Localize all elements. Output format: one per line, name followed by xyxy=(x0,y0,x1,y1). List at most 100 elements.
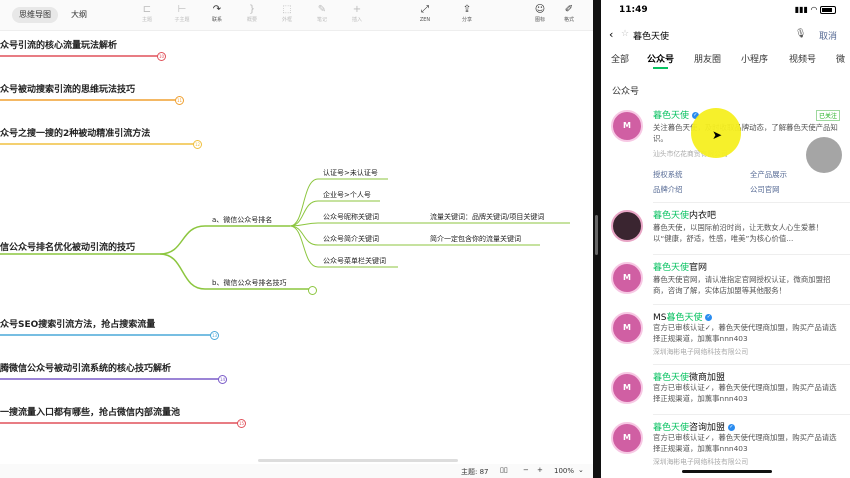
zoom-in-button[interactable]: + xyxy=(537,466,543,474)
subtopic-button[interactable]: ⊢ 子主题 xyxy=(168,3,196,24)
insert-button[interactable]: + 插入 xyxy=(343,3,371,24)
icon-button[interactable]: ☺ 图标 xyxy=(526,3,554,24)
divider xyxy=(653,414,850,415)
cancel-button[interactable]: 取消 xyxy=(819,29,837,42)
home-indicator[interactable] xyxy=(682,470,772,473)
account-avatar: M xyxy=(611,422,643,454)
tab-channels[interactable]: 视频号 xyxy=(789,52,816,65)
branch-ranking[interactable]: a、微信公众号排名 xyxy=(212,215,272,225)
topic-1-badge: 10 xyxy=(157,52,166,61)
mindmap-app: 思维导图 大纲 ⊏ 主题 ⊢ 子主题 ↷ 联系 } 概要 ⬚ 外框 ✎ 笔记 + 插入 ⤢ ZE… xyxy=(0,0,593,478)
summary-button[interactable]: } 概要 xyxy=(238,3,266,24)
leaf-nickname-keyword[interactable]: 公众号昵称关键词 xyxy=(323,212,379,222)
result-card-4[interactable]: M MS暮色天使 ✓ 官方已审核认证✓，暮色天使代理商加盟，购买产品请选择正规渠… xyxy=(601,308,850,364)
subtopic-icon: ⊢ xyxy=(177,4,187,15)
book-icon[interactable]: ▯▯ xyxy=(500,466,508,474)
account-desc: 官方已审核认证✓，暮色天使代理商加盟，购买产品请选择正规渠道，加薰事nnn403 xyxy=(653,433,837,453)
topic-2-badge: 11 xyxy=(175,96,184,105)
zen-button[interactable]: ⤢ ZEN xyxy=(411,3,439,24)
branch-ranking-tips[interactable]: b、微信公众号排名技巧 xyxy=(212,278,286,288)
wifi-icon: ◠ xyxy=(810,5,818,14)
brush-icon: ✐ xyxy=(564,4,574,15)
summary-icon: } xyxy=(248,4,256,15)
leaf-enterprise[interactable]: 企业号>个人号 xyxy=(323,190,371,200)
battery-icon xyxy=(820,5,836,14)
result-card-2[interactable]: 暮色天使内衣吧 暮色天使，以国际前沿时尚，让无数女人心生爱慕！以“健康，舒适，性… xyxy=(601,206,850,254)
note-traffic-keyword[interactable]: 流量关键词：品牌关键词/项目关键词 xyxy=(430,212,544,222)
horizontal-scrollbar[interactable] xyxy=(258,459,458,462)
divider xyxy=(653,202,850,203)
toolbar: 思维导图 大纲 ⊏ 主题 ⊢ 子主题 ↷ 联系 } 概要 ⬚ 外框 ✎ 笔记 + 插入 ⤢ ZE… xyxy=(0,0,593,31)
branch-b-badge xyxy=(308,286,317,295)
search-input[interactable]: 暮色天使 xyxy=(633,29,669,42)
topic-3-badge: 12 xyxy=(193,140,202,149)
topic-5-badge: 13 xyxy=(210,331,219,340)
tab-more[interactable]: 微 xyxy=(836,52,845,65)
account-avatar: M xyxy=(611,262,643,294)
link-auth-system[interactable]: 授权系统 xyxy=(653,169,683,180)
result-card-3[interactable]: M 暮色天使官网 暮色天使官网，请认准指定官网授权认证，微商加盟招商，咨询了解，… xyxy=(601,258,850,306)
link-all-products[interactable]: 全产品展示 xyxy=(750,169,787,180)
topic-6[interactable]: 腾微信公众号被动引流系统的核心技巧解析 xyxy=(0,361,171,374)
account-desc: 暮色天使，以国际前沿时尚，让无数女人心生爱慕！以“健康，舒适，性感，唯美”为核心… xyxy=(653,223,823,243)
share-icon: ⇪ xyxy=(462,4,472,15)
leaf-certified[interactable]: 认证号>未认证号 xyxy=(323,168,378,178)
status-icons: ▮▮▮ ◠ xyxy=(795,5,836,14)
search-row: ‹ ☆ 暮色天使 🎙 取消 xyxy=(609,28,845,44)
phone-screen: 11:49 ▮▮▮ ◠ ‹ ☆ 暮色天使 🎙 取消 全部 公众号 朋友圈 小程序… xyxy=(601,0,850,478)
account-name: 暮色天使内衣吧 xyxy=(653,211,717,221)
link-company-site[interactable]: 公司官网 xyxy=(750,184,780,195)
status-bar: 主题: 87 ▯▯ − + 100% ⌄ xyxy=(0,464,593,478)
tab-mindmap[interactable]: 思维导图 xyxy=(12,7,58,23)
account-name: 暮色天使官网 xyxy=(653,263,708,273)
boundary-button[interactable]: ⬚ 外框 xyxy=(273,3,301,24)
note-button[interactable]: ✎ 笔记 xyxy=(308,3,336,24)
topic-5[interactable]: 众号SEO搜索引流方法，抢占搜索流量 xyxy=(0,317,155,330)
account-org: 深圳海彬电子网络科技有限公司 xyxy=(653,348,749,356)
topic-4[interactable]: 信公众号排名优化被动引流的技巧 xyxy=(0,240,135,253)
star-icon[interactable]: ☆ xyxy=(621,29,629,39)
cursor-arrow-icon: ➤ xyxy=(712,128,723,142)
mic-icon[interactable]: 🎙 xyxy=(795,29,806,39)
split-divider[interactable] xyxy=(593,0,601,478)
chevron-down-icon[interactable]: ⌄ xyxy=(578,466,584,474)
topic-7[interactable]: 一搜流量入口都有哪些，抢占微信内部流量池 xyxy=(0,405,180,418)
filter-tabs: 全部 公众号 朋友圈 小程序 视频号 微 xyxy=(601,52,850,69)
topic-2[interactable]: 众号被动搜索引流的思维玩法技巧 xyxy=(0,82,135,95)
back-arrow-icon[interactable]: ‹ xyxy=(609,28,613,41)
tab-moments[interactable]: 朋友圈 xyxy=(694,52,721,65)
tab-outline[interactable]: 大纲 xyxy=(64,7,94,23)
note-intro-keyword[interactable]: 简介一定包含你的流量关键词 xyxy=(430,234,521,244)
topic-icon: ⊏ xyxy=(142,4,152,15)
account-desc: 官方已审核认证✓，暮色天使代理商加盟，购买产品请选择正规渠道，加薰事nnn403 xyxy=(653,383,837,403)
result-card-5[interactable]: M 暮色天使微商加盟 官方已审核认证✓，暮色天使代理商加盟，购买产品请选择正规渠… xyxy=(601,368,850,416)
result-card-6[interactable]: M 暮色天使咨询加盟 ✓ 官方已审核认证✓，暮色天使代理商加盟，购买产品请选择正… xyxy=(601,418,850,474)
share-button[interactable]: ⇪ 分享 xyxy=(453,3,481,24)
account-desc: 暮色天使官网，请认准指定官网授权认证，微商加盟招商，咨询了解，实体店加盟等其他服… xyxy=(653,275,831,295)
topic-button[interactable]: ⊏ 主题 xyxy=(133,3,161,24)
leaf-menu-keyword[interactable]: 公众号菜单栏关键词 xyxy=(323,256,386,266)
followed-badge: 已关注 xyxy=(815,110,840,121)
topic-3[interactable]: 众号之搜一搜的2种被动精准引流方法 xyxy=(0,126,150,139)
divider-handle[interactable] xyxy=(595,215,598,255)
tab-all[interactable]: 全部 xyxy=(611,52,629,65)
account-avatar: M xyxy=(611,312,643,344)
zoom-out-button[interactable]: − xyxy=(523,466,529,474)
tab-mini-programs[interactable]: 小程序 xyxy=(741,52,768,65)
note-icon: ✎ xyxy=(317,4,327,15)
leaf-intro-keyword[interactable]: 公众号简介关键词 xyxy=(323,234,379,244)
tab-official-accounts[interactable]: 公众号 xyxy=(647,52,674,69)
verified-icon: ✓ xyxy=(705,314,713,321)
relation-button[interactable]: ↷ 联系 xyxy=(203,3,231,24)
format-button[interactable]: ✐ 格式 xyxy=(555,3,583,24)
link-brand-intro[interactable]: 品牌介绍 xyxy=(653,184,683,195)
assistive-touch-button[interactable] xyxy=(806,137,842,173)
account-avatar: M xyxy=(611,372,643,404)
signal-icon: ▮▮▮ xyxy=(794,5,808,14)
topic-count: 主题: 87 xyxy=(461,468,489,476)
topic-1[interactable]: 众号引流的核心流量玩法解析 xyxy=(0,38,117,51)
topic-7-badge: 15 xyxy=(237,419,246,428)
zoom-level[interactable]: 100% xyxy=(554,467,574,475)
smiley-icon: ☺ xyxy=(534,4,546,15)
section-title: 公众号 xyxy=(612,87,640,97)
